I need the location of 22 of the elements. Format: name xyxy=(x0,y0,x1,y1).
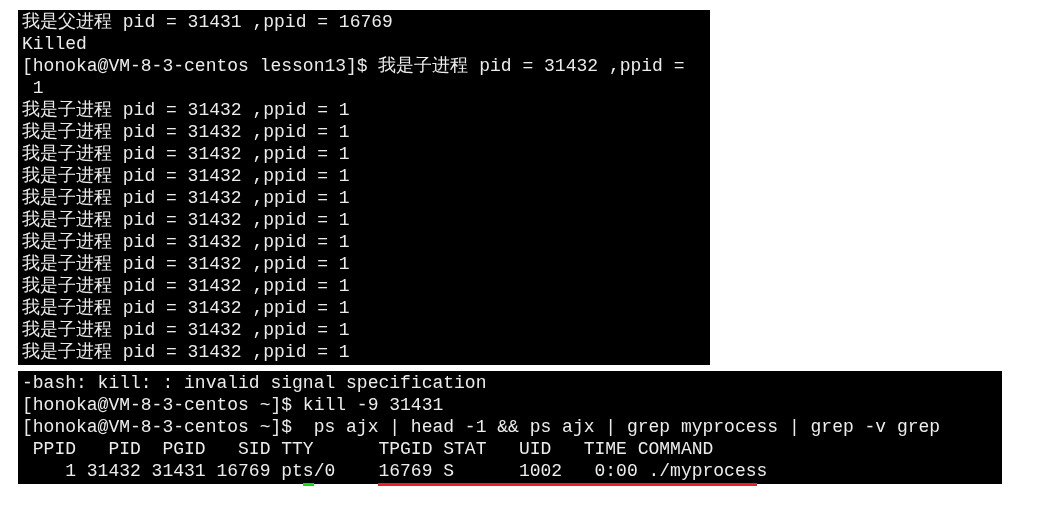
terminal-line: PPID PID PGID SID TTY TPGID STAT UID TIME COMMAND xyxy=(31,438,714,460)
terminal-line: 我是子进程 pid = 31432 ,ppid = 1 xyxy=(22,253,350,275)
terminal-line: 我是子进程 pid = 31432 ,ppid = 1 xyxy=(22,143,350,165)
cursor-mark xyxy=(302,483,314,486)
terminal-line: 我是子进程 pid = 31432 ,ppid = 1 xyxy=(22,297,350,319)
terminal-line: 我是子进程 pid = 31432 ,ppid = 1 xyxy=(22,99,350,121)
terminal-line: -bash: kill: : invalid signal specification xyxy=(22,372,487,394)
terminal-line: [honoka@VM-8-3-centos ~]$ kill -9 31431 xyxy=(22,394,444,416)
terminal-line: 我是子进程 pid = 31432 ,ppid = 1 xyxy=(22,319,350,341)
terminal-line: 我是父进程 pid = 31431 ,ppid = 16769 xyxy=(22,11,393,33)
terminal-line: 我是子进程 pid = 31432 ,ppid = 1 xyxy=(22,231,350,253)
terminal-line: 我是子进程 pid = 31432 ,ppid = 1 xyxy=(22,121,350,143)
terminal-line: 1 xyxy=(31,77,44,99)
terminal-line: 我是子进程 pid = 31432 ,ppid = 1 xyxy=(22,341,350,363)
terminal-line: 我是子进程 pid = 31432 ,ppid = 1 xyxy=(22,275,350,297)
terminal-line: 我是子进程 pid = 31432 ,ppid = 1 xyxy=(22,165,350,187)
terminal-line: [honoka@VM-8-3-centos ~]$ ps ajx | head -1 && ps ajx | grep myprocess | grep -v grep xyxy=(22,416,941,438)
terminal-line: 1 31432 31431 16769 pts/0 16769 S 1002 0:00 ./myprocess xyxy=(22,460,768,482)
terminal-line: [honoka@VM-8-3-centos lesson13]$ 我是子进程 pid = 31432 ,ppid = xyxy=(22,55,685,77)
terminal-line: 我是子进程 pid = 31432 ,ppid = 1 xyxy=(22,209,350,231)
terminal-line: Killed xyxy=(22,33,87,55)
terminal-line: 我是子进程 pid = 31432 ,ppid = 1 xyxy=(22,187,350,209)
